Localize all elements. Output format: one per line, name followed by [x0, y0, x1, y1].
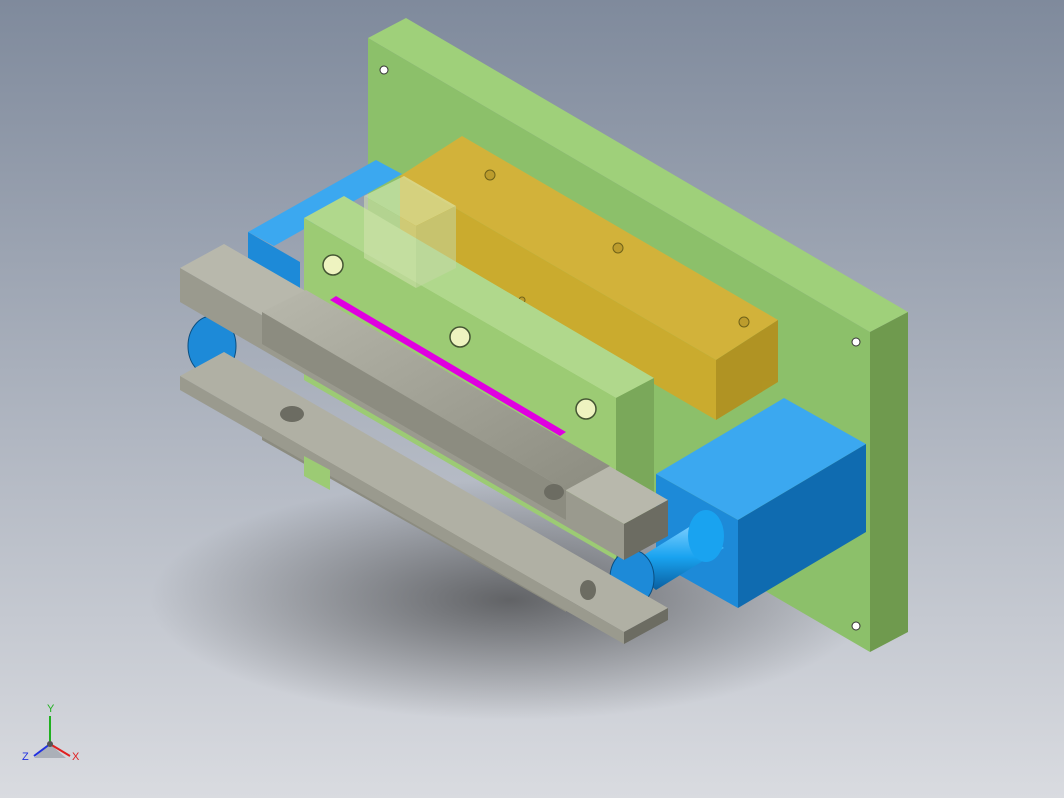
mount-hole — [379, 65, 389, 75]
plate-bore — [449, 326, 471, 348]
slider-bore — [580, 580, 596, 600]
mount-hole — [851, 621, 861, 631]
x-axis-label: X — [72, 751, 80, 763]
slider-bore — [280, 406, 304, 422]
cad-viewport[interactable]: Y X Z — [0, 0, 1064, 798]
plate-bore — [322, 254, 344, 276]
coordinate-triad[interactable]: Y X Z — [14, 700, 94, 780]
z-axis-label: Z — [22, 751, 29, 763]
screw-hole — [612, 242, 624, 254]
screw-hole — [738, 316, 750, 328]
model-scene[interactable] — [0, 0, 1064, 798]
slider-bore — [544, 484, 564, 500]
plate-bore — [575, 398, 597, 420]
screw-hole — [484, 169, 496, 181]
mount-hole — [851, 337, 861, 347]
triad-origin — [47, 741, 53, 747]
y-axis-label: Y — [47, 703, 55, 715]
